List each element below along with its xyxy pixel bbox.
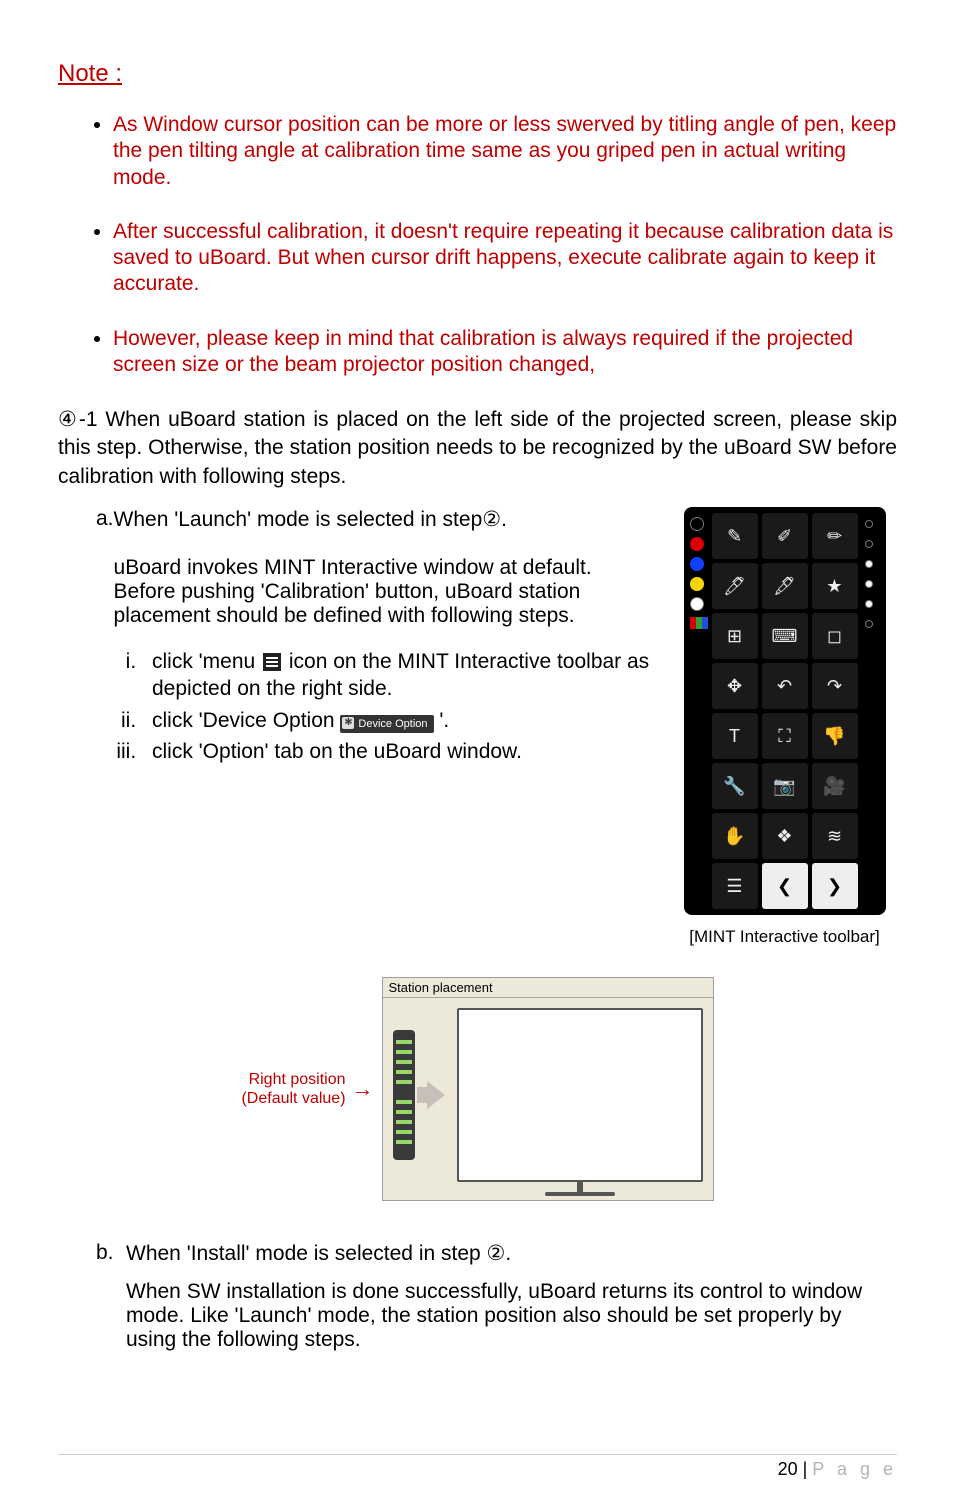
right-arrow-icon: →: [352, 1076, 374, 1102]
size-dot-icon: [865, 620, 873, 628]
toolbar-caption: [MINT Interactive toolbar]: [672, 927, 897, 947]
substep-i: click 'menu icon on the MINT Interactive…: [142, 648, 652, 703]
color-dot-icon: [690, 597, 704, 611]
wrench-icon: 🔧: [712, 763, 758, 809]
uboard-station-icon: [393, 1030, 415, 1160]
size-dot-icon: [865, 540, 873, 548]
step-4-1-prefix: ④-1: [58, 408, 98, 431]
substeps-list: click 'menu icon on the MINT Interactive…: [96, 648, 652, 765]
color-dot-icon: [690, 557, 704, 571]
size-dot-icon: [865, 600, 873, 608]
step-a-label: a.: [96, 507, 114, 628]
toolbar-right-dots: [862, 513, 880, 909]
note-item: As Window cursor position can be more or…: [113, 112, 897, 191]
panel-title: Station placement: [383, 978, 713, 998]
whiteboard-icon: [457, 1008, 703, 1182]
size-dot-icon: [865, 580, 873, 588]
step-b-heading: When 'Install' mode is selected in step …: [126, 1241, 511, 1266]
windows-icon: ⊞: [712, 613, 758, 659]
page-number: 20: [778, 1459, 798, 1479]
redo-icon: ↷: [812, 663, 858, 709]
station-placement-panel: Station placement: [382, 977, 714, 1201]
substep-ii: click 'Device Option Device Option '.: [142, 707, 652, 734]
color-dot-icon: [690, 517, 704, 531]
device-option-button: Device Option: [340, 715, 433, 733]
next-icon: ❯: [812, 863, 858, 909]
stop-icon: ◻: [812, 613, 858, 659]
step-4-1: ④-1 When uBoard station is placed on the…: [58, 406, 897, 491]
thumbs-icon: 👎: [812, 713, 858, 759]
toolbar-grid: ✎ ✐ ✏ 🖊 🖋 ★ ⊞ ⌨ ◻ ✥ ↶ ↷ T ⛶ 👎 🔧 📷 🎥 ✋ ❖: [712, 513, 858, 909]
pen-icon: ✎: [712, 513, 758, 559]
step-a-detail: uBoard invokes MINT Interactive window a…: [114, 556, 652, 628]
toolbar-left-dots: [690, 513, 708, 909]
note-heading: Note :: [58, 60, 897, 88]
list-icon: ☰: [712, 863, 758, 909]
pen-icon: ✐: [762, 513, 808, 559]
text-icon: T: [712, 713, 758, 759]
camera-icon: 📷: [762, 763, 808, 809]
prev-icon: ❮: [762, 863, 808, 909]
substep-iii: click 'Option' tab on the uBoard window.: [142, 738, 652, 765]
step-4-1-body: When uBoard station is placed on the lef…: [58, 408, 897, 488]
gear-icon: [342, 717, 354, 729]
hand-icon: ✋: [712, 813, 758, 859]
mint-toolbar: ✎ ✐ ✏ 🖊 🖋 ★ ⊞ ⌨ ◻ ✥ ↶ ↷ T ⛶ 👎 🔧 📷 🎥 ✋ ❖: [684, 507, 886, 915]
step-b-label: b.: [96, 1241, 126, 1266]
note-list: As Window cursor position can be more or…: [58, 112, 897, 378]
layers-icon: ❖: [762, 813, 808, 859]
highlighter-icon: ★: [812, 563, 858, 609]
stack-icon: ≋: [812, 813, 858, 859]
size-dot-icon: [865, 560, 873, 568]
step-b-body: When SW installation is done successfull…: [96, 1280, 897, 1352]
page-footer: 20 | P a g e: [58, 1454, 897, 1480]
color-dot-icon: [690, 577, 704, 591]
video-icon: 🎥: [812, 763, 858, 809]
undo-icon: ↶: [762, 663, 808, 709]
pen-icon: ✏: [812, 513, 858, 559]
size-dot-icon: [865, 520, 873, 528]
note-item: However, please keep in mind that calibr…: [113, 326, 897, 379]
brush-icon: 🖊: [712, 563, 758, 609]
step-a-heading: When 'Launch' mode is selected in step②.: [114, 507, 652, 532]
color-dot-icon: [690, 537, 704, 551]
menu-icon: [263, 653, 281, 671]
note-item: After successful calibration, it doesn't…: [113, 219, 897, 298]
rgb-tail-icon: [690, 617, 708, 629]
marker-icon: 🖋: [762, 563, 808, 609]
move-icon: ✥: [712, 663, 758, 709]
placement-arrow-icon: [427, 1081, 445, 1109]
station-label: Right position (Default value): [241, 1070, 345, 1108]
page-word: P a g e: [812, 1459, 897, 1479]
keyboard-icon: ⌨: [762, 613, 808, 659]
fullscreen-icon: ⛶: [762, 713, 808, 759]
